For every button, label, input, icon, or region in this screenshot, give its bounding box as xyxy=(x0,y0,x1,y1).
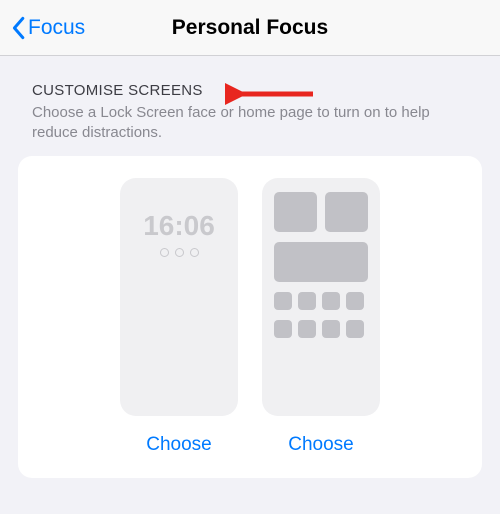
back-label: Focus xyxy=(28,16,85,40)
choose-home-screen-button[interactable]: Choose xyxy=(288,434,354,456)
page-indicator-icon xyxy=(160,248,199,257)
page-title: Personal Focus xyxy=(172,16,328,40)
navbar: Focus Personal Focus xyxy=(0,0,500,56)
content: CUSTOMISE SCREENS Choose a Lock Screen f… xyxy=(0,56,500,478)
home-screen-option: Choose xyxy=(262,178,380,456)
home-screen-widgets-icon xyxy=(262,178,380,352)
lock-screen-option: 16:06 Choose xyxy=(120,178,238,456)
choose-lock-screen-button[interactable]: Choose xyxy=(146,434,212,456)
lock-screen-preview[interactable]: 16:06 xyxy=(120,178,238,416)
section-description: Choose a Lock Screen face or home page t… xyxy=(32,103,468,144)
home-screen-preview[interactable] xyxy=(262,178,380,416)
lock-screen-time: 16:06 xyxy=(143,210,215,242)
screens-card: 16:06 Choose Choo xyxy=(18,156,482,478)
chevron-left-icon xyxy=(10,16,26,40)
section-header: CUSTOMISE SCREENS xyxy=(32,82,482,99)
back-button[interactable]: Focus xyxy=(10,16,85,40)
